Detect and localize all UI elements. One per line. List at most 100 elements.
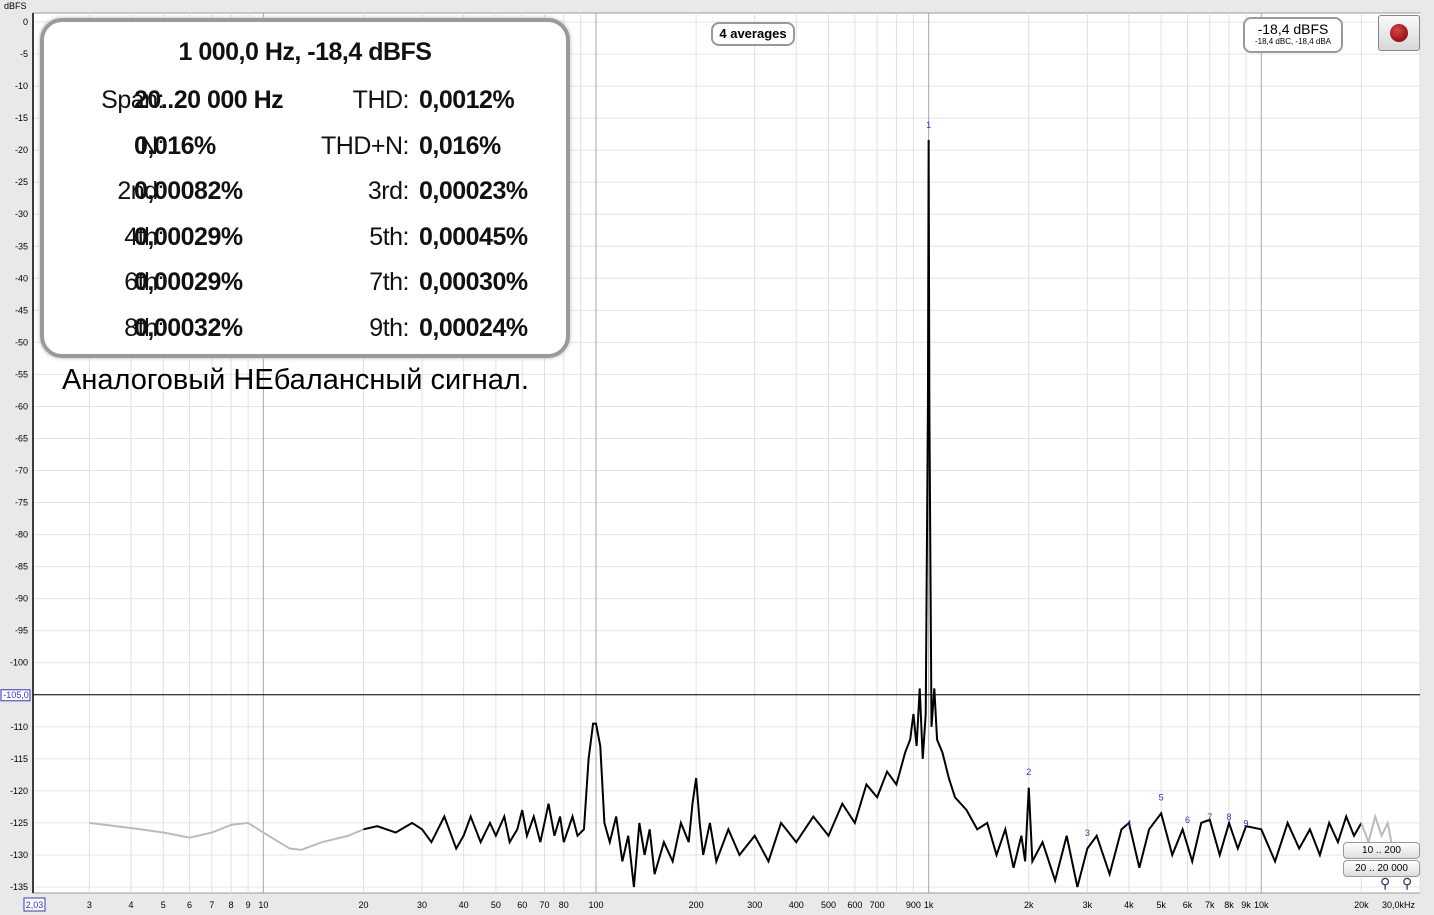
harmonic-marker: 8 — [1227, 812, 1232, 822]
x-tick-label: 9k — [1241, 900, 1251, 910]
x-tick-label: 6k — [1183, 900, 1193, 910]
y-tick-label: -120 — [10, 786, 28, 796]
y-tick-label: -45 — [15, 305, 28, 315]
y-tick-label: -65 — [15, 433, 28, 443]
x-tick-label: 8k — [1224, 900, 1234, 910]
x-tick-label: 3 — [87, 900, 92, 910]
metric-label: 3rd: — [367, 177, 410, 205]
x-tick-label: 900 — [906, 900, 921, 910]
metric-label: 9th: — [369, 313, 409, 342]
y-tick-label: -110 — [11, 722, 28, 732]
x-tick-label: 8 — [229, 900, 234, 910]
y-tick-label: -60 — [15, 401, 28, 411]
harmonic-marker: 2 — [1026, 767, 1031, 777]
x-tick-label: 7k — [1205, 900, 1215, 910]
zoom-in-icon[interactable]: ⚲ — [1380, 875, 1390, 892]
x-tick-label: 1k — [924, 900, 934, 910]
y-tick-label: -55 — [15, 369, 28, 379]
x-tick-label: 300 — [747, 900, 762, 910]
x-tick-label: 70 — [539, 900, 549, 910]
harmonic-marker: 3 — [1085, 828, 1090, 838]
y-tick-label: -130 — [10, 850, 28, 860]
level-sub: -18,4 dBC, -18,4 dBA — [1254, 37, 1332, 46]
x-tick-label: 600 — [847, 900, 862, 910]
harmonic-marker: 4 — [1126, 818, 1131, 828]
metric-value: 0,00024% — [419, 313, 528, 342]
level-readout: -18,4 dBFS -18,4 dBC, -18,4 dBA — [1243, 17, 1343, 53]
cursor-y-label: -105,0 — [3, 690, 29, 700]
x-tick-label: 3k — [1083, 900, 1093, 910]
metric-value: 0,00029% — [134, 222, 243, 251]
x-tick-label: 500 — [821, 900, 836, 910]
x-tick-label: 5k — [1156, 900, 1166, 910]
distortion-panel: 1 000,0 Hz, -18,4 dBFS Span: 20..20 000 H… — [40, 18, 570, 358]
y-tick-label: -20 — [15, 145, 28, 155]
y-tick-label: -35 — [15, 241, 28, 251]
x-tick-label: 4 — [128, 900, 133, 910]
y-tick-label: -135 — [10, 882, 28, 892]
x-tick-label: 10 — [258, 900, 268, 910]
harmonic-marker: 1 — [926, 120, 931, 130]
x-tick-label: 30 — [417, 900, 427, 910]
x-tick-label: 10k — [1254, 900, 1269, 910]
x-tick-label: 20 — [358, 900, 368, 910]
x-tick-label: 40 — [459, 900, 469, 910]
y-tick-label: -15 — [15, 113, 28, 123]
range-10-200-button[interactable]: 10 .. 200 — [1343, 842, 1420, 859]
zoom-out-icon[interactable]: ⚲ — [1402, 875, 1412, 892]
x-tick-label: 30,0kHz — [1382, 900, 1416, 910]
y-tick-label: -90 — [15, 594, 28, 604]
y-tick-label: -75 — [15, 498, 28, 508]
caption: Аналоговый НЕбалансный сигнал. — [62, 364, 529, 396]
metric-label: THD: — [352, 86, 410, 114]
metric-label: 5th: — [369, 222, 409, 251]
y-tick-label: -25 — [15, 177, 28, 187]
y-tick-label: -5 — [20, 49, 28, 59]
metric-label: 7th: — [369, 268, 409, 296]
y-tick-label: -50 — [15, 337, 28, 347]
metric-label: THD+N: — [321, 131, 409, 160]
cursor-x-label: 2,03 — [26, 900, 44, 910]
x-tick-label: 6 — [187, 900, 192, 910]
x-tick-label: 100 — [588, 900, 603, 910]
harmonic-marker: 7 — [1207, 812, 1212, 822]
x-tick-label: 60 — [517, 900, 527, 910]
x-tick-label: 5 — [161, 900, 166, 910]
x-tick-label: 20k — [1354, 900, 1369, 910]
metric-value: 0,00029% — [134, 268, 243, 296]
record-button[interactable] — [1378, 15, 1420, 51]
x-tick-label: 700 — [870, 900, 885, 910]
y-tick-label: -30 — [15, 209, 28, 219]
x-tick-label: 400 — [789, 900, 804, 910]
y-tick-label: -10 — [15, 81, 28, 91]
y-tick-label: -125 — [10, 818, 28, 828]
x-tick-label: 2k — [1024, 900, 1034, 910]
y-axis-label: dBFS — [4, 1, 27, 11]
y-tick-label: -100 — [10, 658, 28, 668]
y-tick-label: 0 — [23, 17, 28, 27]
harmonic-marker: 5 — [1159, 793, 1164, 803]
y-tick-label: -70 — [15, 466, 28, 476]
level-main: -18,4 dBFS — [1257, 21, 1329, 37]
y-tick-label: -95 — [15, 626, 28, 636]
x-tick-label: 50 — [491, 900, 501, 910]
y-tick-label: -40 — [15, 273, 28, 283]
y-tick-label: -85 — [15, 562, 28, 572]
metric-value: 0,016% — [134, 131, 216, 160]
x-tick-label: 7 — [209, 900, 214, 910]
y-tick-label: -80 — [15, 530, 28, 540]
averages-badge[interactable]: 4 averages — [711, 22, 795, 46]
metric-value: 0,0012% — [419, 86, 515, 114]
harmonic-marker: 9 — [1244, 818, 1249, 828]
metric-value: 0,00045% — [419, 222, 528, 251]
metric-value: 0,016% — [419, 131, 501, 160]
x-tick-label: 200 — [689, 900, 704, 910]
x-tick-label: 9 — [246, 900, 251, 910]
harmonic-marker: 6 — [1185, 815, 1190, 825]
x-tick-label: 80 — [559, 900, 569, 910]
x-tick-label: 4k — [1124, 900, 1134, 910]
record-icon — [1390, 24, 1408, 42]
metric-value: 0,00023% — [419, 177, 528, 205]
y-tick-label: -115 — [11, 754, 28, 764]
panel-title: 1 000,0 Hz, -18,4 dBFS — [178, 38, 432, 66]
